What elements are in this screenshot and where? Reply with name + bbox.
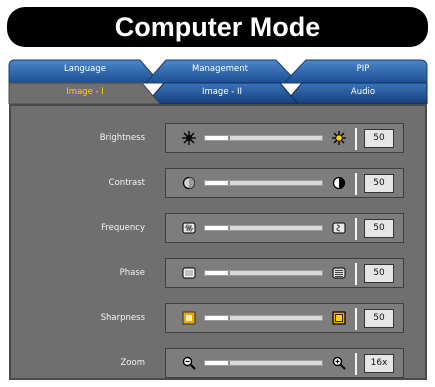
phase-control: 50: [165, 258, 404, 288]
sharpness-slider-fill: [205, 316, 231, 320]
sharpness-low-icon[interactable]: [182, 311, 196, 325]
contrast-slider-fill: [205, 181, 231, 185]
contrast-low-icon[interactable]: [182, 176, 196, 190]
phase-slider[interactable]: [204, 270, 323, 276]
tab-pip-label: PIP: [356, 64, 370, 74]
frequency-slider-fill: [205, 226, 231, 230]
phase-label: Phase: [119, 268, 145, 278]
phase-value: 50: [364, 264, 394, 283]
frequency-label: Frequency: [101, 223, 145, 233]
setting-row-frequency: Frequency 50: [11, 213, 425, 243]
brightness-low-icon[interactable]: [182, 131, 196, 145]
tab-image-i-label: Image - I: [66, 87, 104, 97]
tab-management-label: Management: [192, 64, 248, 74]
brightness-slider-fill: [205, 136, 231, 140]
sharpness-value: 50: [364, 309, 394, 328]
zoom-in-icon[interactable]: [332, 356, 346, 370]
setting-row-contrast: Contrast 50: [11, 168, 425, 198]
separator: [355, 308, 357, 330]
sharpness-control: 50: [165, 303, 404, 333]
brightness-control: 50: [165, 123, 404, 153]
frequency-slider[interactable]: [204, 225, 323, 231]
tab-language-label: Language: [64, 64, 106, 74]
brightness-label: Brightness: [99, 133, 145, 143]
setting-row-phase: Phase 50: [11, 258, 425, 288]
zoom-out-icon[interactable]: [182, 356, 196, 370]
tab-image-ii-label: Image - II: [201, 87, 243, 97]
contrast-high-icon[interactable]: [332, 176, 346, 190]
contrast-label: Contrast: [108, 178, 145, 188]
phase-low-icon[interactable]: [182, 266, 196, 280]
separator: [355, 128, 357, 150]
sharpness-slider[interactable]: [204, 315, 323, 321]
sharpness-high-icon[interactable]: [332, 311, 346, 325]
frequency-high-icon[interactable]: [332, 221, 346, 235]
contrast-value: 50: [364, 174, 394, 193]
separator: [355, 353, 357, 375]
zoom-value: 16x: [364, 354, 394, 373]
phase-high-icon[interactable]: [332, 266, 346, 280]
zoom-control: 16x: [165, 348, 404, 378]
separator: [355, 263, 357, 285]
sharpness-label: Sharpness: [100, 313, 145, 323]
zoom-label: Zoom: [120, 358, 145, 368]
frequency-low-icon[interactable]: [182, 221, 196, 235]
tab-audio-label: Audio: [350, 87, 376, 97]
brightness-high-icon[interactable]: [332, 131, 346, 145]
frequency-value: 50: [364, 219, 394, 238]
setting-row-sharpness: Sharpness 50: [11, 303, 425, 333]
separator: [355, 218, 357, 240]
contrast-control: 50: [165, 168, 404, 198]
separator: [355, 173, 357, 195]
phase-slider-fill: [205, 271, 231, 275]
contrast-slider[interactable]: [204, 180, 323, 186]
brightness-value: 50: [364, 129, 394, 148]
setting-row-brightness: Brightness 50: [11, 123, 425, 153]
zoom-slider-fill: [205, 361, 231, 365]
zoom-slider[interactable]: [204, 360, 323, 366]
frequency-control: 50: [165, 213, 404, 243]
brightness-slider[interactable]: [204, 135, 323, 141]
settings-panel: Brightness 50 Contrast 50 Frequency 50 P…: [9, 104, 427, 380]
setting-row-zoom: Zoom 16x: [11, 348, 425, 378]
